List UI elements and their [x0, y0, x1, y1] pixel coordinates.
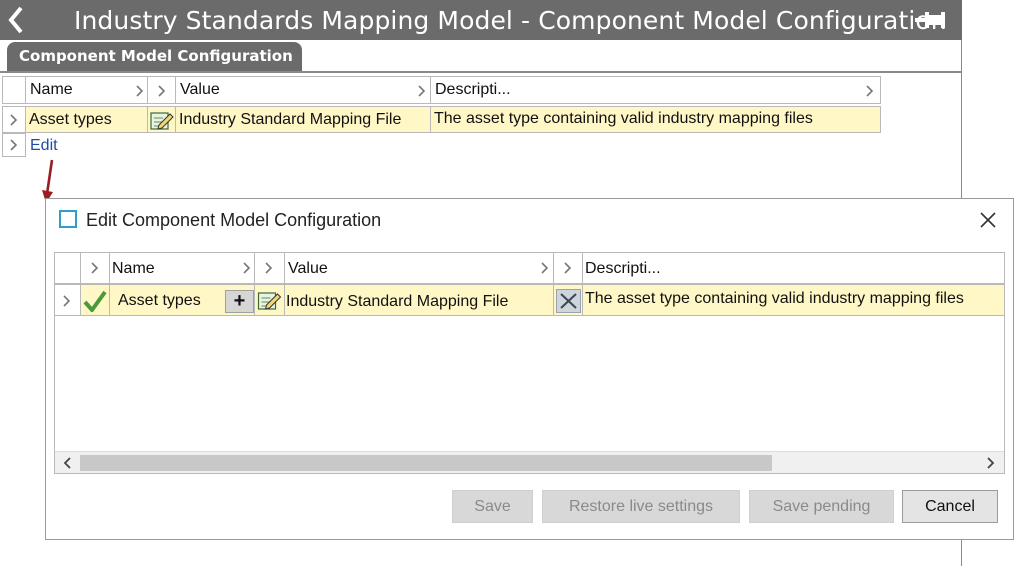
- save-button[interactable]: Save: [452, 490, 533, 523]
- pin-icon[interactable]: [914, 10, 948, 30]
- chevron-right-icon: [866, 85, 874, 97]
- table-cell-action[interactable]: [553, 284, 583, 316]
- chevron-right-icon: [158, 85, 166, 97]
- column-header-label: Value: [180, 81, 220, 98]
- window-title: Industry Standards Mapping Model - Compo…: [74, 6, 947, 35]
- edit-dialog: Edit Component Model Configuration Name …: [45, 198, 1014, 540]
- cancel-button[interactable]: Cancel: [902, 490, 998, 523]
- column-header-label: Name: [112, 260, 155, 277]
- edit-link[interactable]: Edit: [30, 137, 58, 155]
- row-selector[interactable]: [2, 106, 26, 133]
- tab-strip: Component Model Configuration: [0, 40, 962, 73]
- tab-component-model-configuration[interactable]: Component Model Configuration: [7, 42, 302, 71]
- table-cell-value[interactable]: Industry Standard Mapping File: [284, 284, 554, 316]
- table-cell-status: [80, 284, 110, 316]
- scroll-thumb[interactable]: [80, 455, 772, 471]
- chevron-right-icon: [136, 85, 144, 97]
- cell-text: Asset types: [118, 292, 201, 309]
- dialog-title: Edit Component Model Configuration: [86, 210, 382, 230]
- cell-text: Industry Standard Mapping File: [179, 111, 402, 128]
- column-header-label: Value: [288, 260, 328, 277]
- title-bar: Industry Standards Mapping Model - Compo…: [0, 0, 962, 40]
- edit-document-icon[interactable]: [257, 289, 282, 311]
- column-header-label: Descripti...: [435, 81, 511, 98]
- save-pending-button[interactable]: Save pending: [749, 490, 894, 523]
- column-header-description[interactable]: Descripti...: [430, 76, 881, 104]
- column-header-description[interactable]: Descripti...: [582, 253, 1004, 284]
- column-header-name[interactable]: Name: [25, 76, 148, 104]
- row-header-corner: [55, 253, 81, 284]
- column-header-label: Name: [30, 81, 73, 98]
- cell-text: Asset types: [29, 111, 112, 128]
- table-cell-icon[interactable]: [254, 284, 285, 316]
- chevron-right-icon: [10, 114, 18, 126]
- column-header-status[interactable]: [80, 253, 110, 284]
- row-header-corner: [2, 76, 26, 104]
- chevron-right-icon: [63, 295, 71, 307]
- table-cell-description[interactable]: The asset type containing valid industry…: [430, 106, 881, 133]
- chevron-right-icon: [243, 262, 251, 274]
- column-header-value[interactable]: Value: [175, 76, 431, 104]
- clear-button[interactable]: [556, 289, 581, 313]
- back-chevron-icon[interactable]: [4, 4, 28, 36]
- column-header-icon[interactable]: [254, 253, 285, 284]
- column-header-icon[interactable]: [147, 76, 176, 104]
- edit-document-icon[interactable]: [150, 109, 174, 131]
- chevron-right-icon: [91, 262, 99, 274]
- table-cell-name[interactable]: Asset types +: [109, 284, 255, 316]
- table-cell-value[interactable]: Industry Standard Mapping File: [175, 106, 431, 133]
- checkmark-icon: [83, 290, 107, 312]
- column-header-value[interactable]: Value: [284, 253, 554, 284]
- table-cell-name[interactable]: Asset types: [25, 106, 148, 133]
- cell-text: The asset type containing valid industry…: [585, 290, 964, 307]
- scroll-left-icon[interactable]: [59, 455, 77, 471]
- chevron-right-icon: [10, 139, 18, 151]
- table-cell-icon[interactable]: [147, 106, 176, 133]
- cell-text: The asset type containing valid industry…: [434, 110, 813, 127]
- window-icon: [59, 210, 77, 228]
- column-header-name[interactable]: Name: [109, 253, 255, 284]
- chevron-right-icon: [564, 262, 572, 274]
- cell-text: Industry Standard Mapping File: [286, 293, 509, 310]
- scroll-right-icon[interactable]: [981, 455, 999, 471]
- dialog-grid: Name Value Descripti... Asset types + In…: [54, 252, 1005, 474]
- column-header-action[interactable]: [553, 253, 583, 284]
- add-button[interactable]: +: [225, 290, 254, 313]
- chevron-right-icon: [418, 85, 426, 97]
- row-selector[interactable]: [2, 133, 26, 157]
- restore-live-settings-button[interactable]: Restore live settings: [542, 490, 740, 523]
- close-icon[interactable]: [978, 210, 998, 230]
- horizontal-scrollbar[interactable]: [55, 451, 1004, 473]
- row-selector[interactable]: [55, 284, 81, 316]
- chevron-right-icon: [265, 262, 273, 274]
- clear-icon: [560, 293, 577, 309]
- column-header-label: Descripti...: [585, 260, 661, 277]
- chevron-right-icon: [541, 262, 549, 274]
- table-cell-description[interactable]: The asset type containing valid industry…: [582, 284, 1004, 316]
